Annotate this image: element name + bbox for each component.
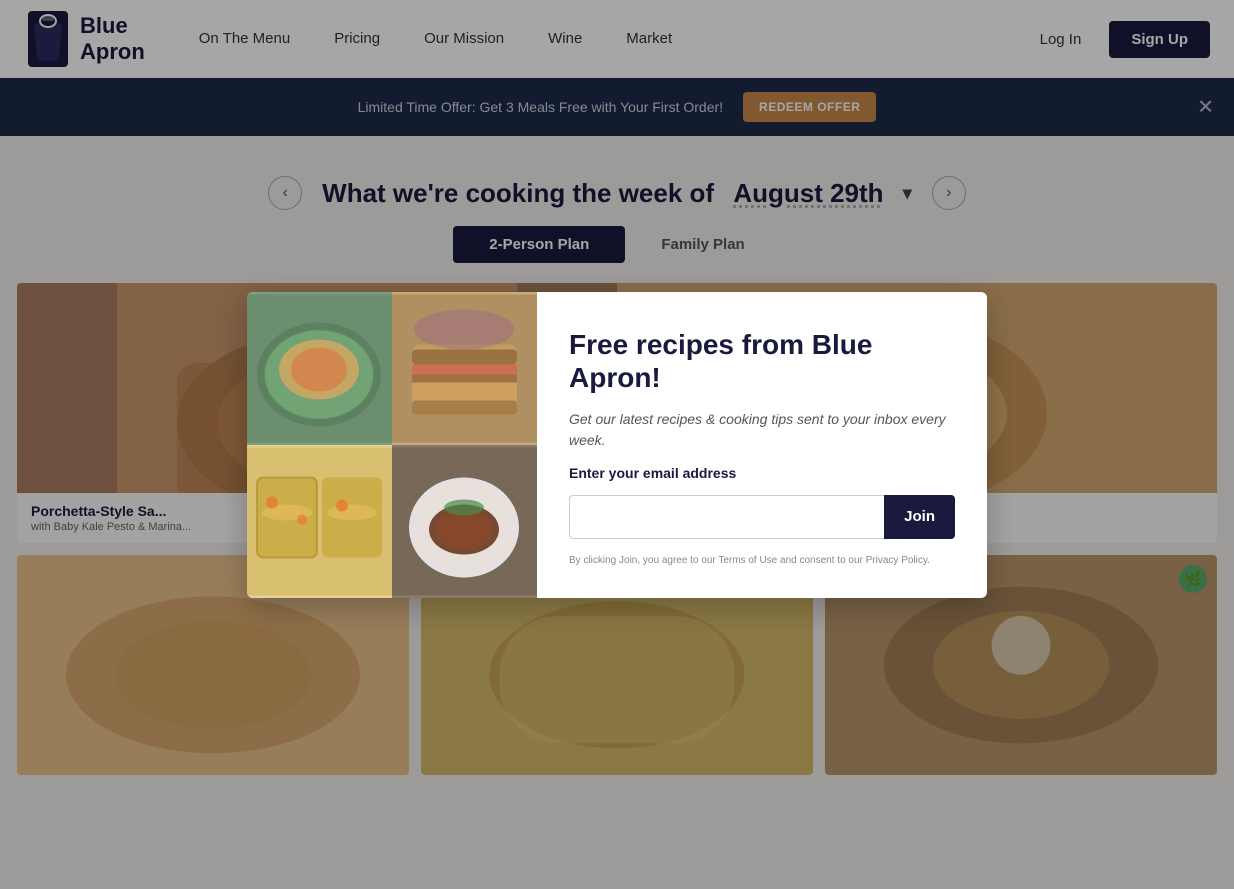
modal-image-4 (392, 445, 537, 598)
modal-overlay[interactable]: Free recipes from Blue Apron! Get our la… (0, 0, 1234, 889)
email-input[interactable] (569, 495, 884, 539)
modal-content: Free recipes from Blue Apron! Get our la… (537, 292, 987, 598)
email-input-row: Join (569, 495, 955, 539)
email-label: Enter your email address (569, 465, 955, 481)
email-signup-modal: Free recipes from Blue Apron! Get our la… (247, 292, 987, 598)
modal-image-2 (392, 292, 537, 445)
modal-image-1 (247, 292, 392, 445)
modal-title: Free recipes from Blue Apron! (569, 328, 955, 395)
modal-image-3 (247, 445, 392, 598)
join-button[interactable]: Join (884, 495, 955, 539)
modal-subtitle: Get our latest recipes & cooking tips se… (569, 409, 955, 451)
modal-images-grid (247, 292, 537, 598)
modal-legal-text: By clicking Join, you agree to our Terms… (569, 553, 955, 568)
